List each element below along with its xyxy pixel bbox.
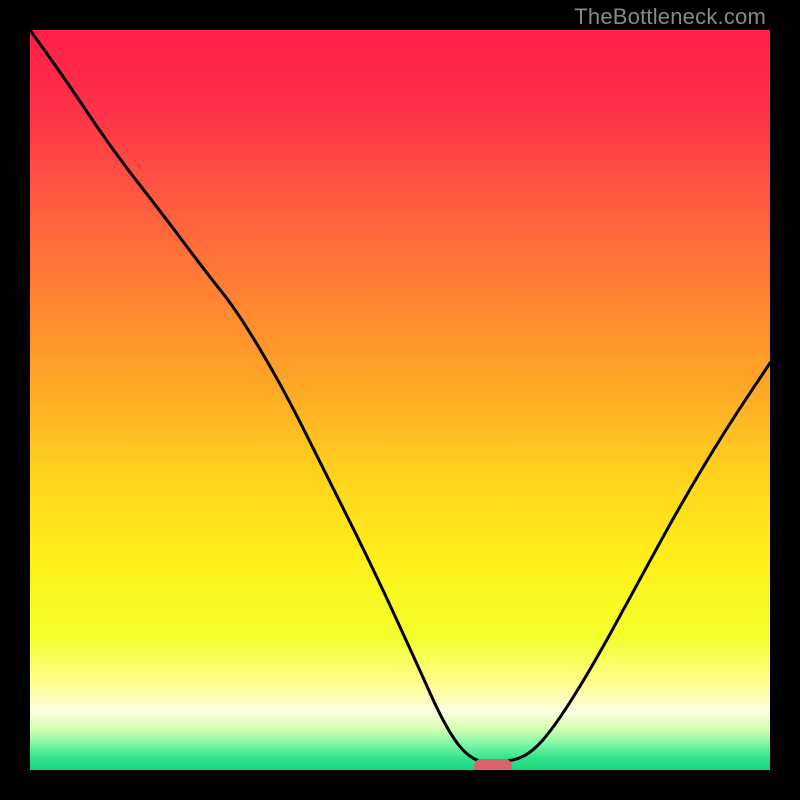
watermark-text: TheBottleneck.com <box>574 4 766 30</box>
plot-area <box>30 30 770 770</box>
chart-frame: TheBottleneck.com <box>0 0 800 800</box>
bottleneck-curve <box>30 30 770 770</box>
optimum-marker <box>474 759 512 770</box>
